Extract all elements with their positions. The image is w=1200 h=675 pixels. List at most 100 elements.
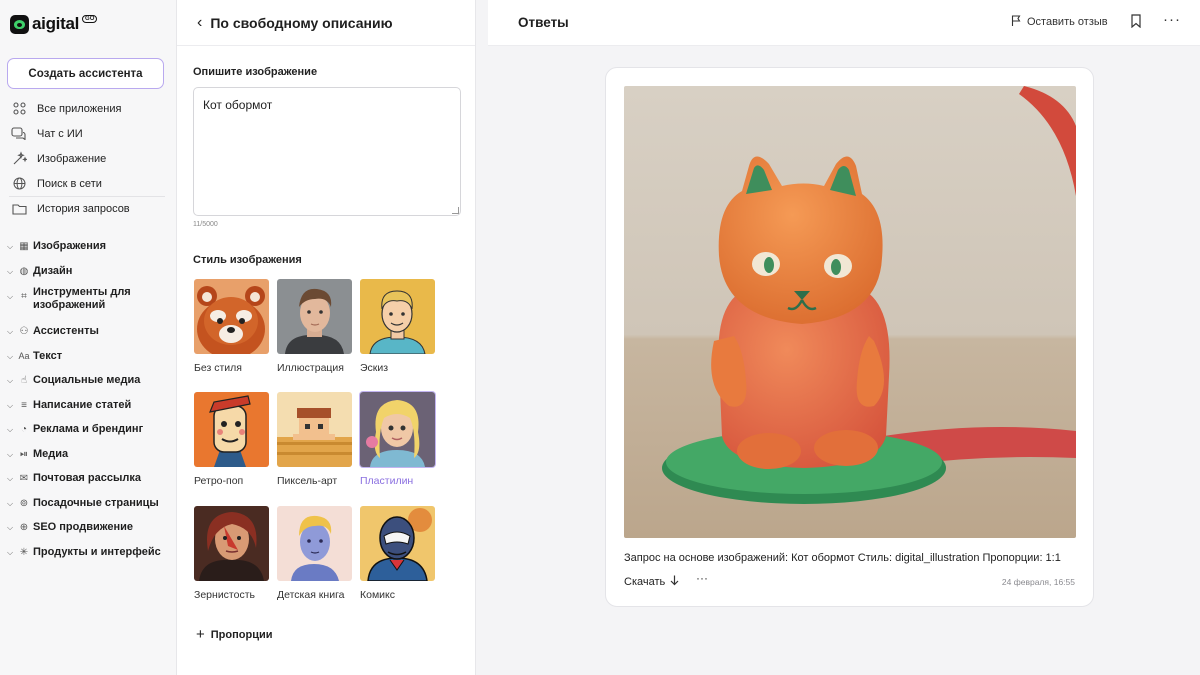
bookmark-icon[interactable] [1131,14,1141,28]
media-icon: ⏯ [20,449,28,460]
download-label: Скачать [624,576,666,588]
globe-icon [11,177,27,191]
grid-icon [11,102,27,116]
group-landing-pages[interactable]: ⌵ ⊚ Посадочные страницы [0,491,175,515]
logo-icon [10,14,29,34]
chevron-down-icon: ⌵ [7,292,14,301]
group-design[interactable]: ⌵ ◍ Дизайн [0,259,175,283]
group-mailing[interactable]: ⌵ ✉ Почтовая рассылка [0,466,175,491]
group-products[interactable]: ⌵ ✳ Продукты и интерфейс [0,540,175,564]
generated-image[interactable] [624,86,1076,538]
style-option-grain[interactable]: Зернистость [194,506,272,601]
chevron-down-icon: ⌵ [7,499,14,508]
comic-thumbnail [360,506,435,581]
brand-name: aigital [32,14,80,33]
proportions-label: Пропорции [210,628,273,641]
landing-icon: ⊚ [19,498,29,509]
description-input[interactable]: Кот обормот [193,87,461,216]
style-option-sketch[interactable]: Эскиз [360,279,438,374]
answers-header: Ответы Оставить отзыв ··· [488,0,1200,46]
sparkle-icon: ✳ [19,547,29,558]
result-caption: Запрос на основе изображений: Кот обормо… [624,552,1061,564]
style-option-retro-pop[interactable]: Ретро-поп [194,392,272,487]
group-seo[interactable]: ⌵ ⊕ SEO продвижение [0,515,175,540]
style-name: Пластилин [360,475,414,487]
nav-item-label: Все приложения [37,102,122,115]
group-social-media[interactable]: ⌵ ☝ Социальные медиа [0,368,175,393]
answers-title: Ответы [518,15,569,30]
nav-item-history[interactable]: История запросов [0,196,170,221]
style-option-plasticine[interactable]: Пластилин [360,392,438,487]
chevron-down-icon: ⌵ [7,267,14,276]
result-card: Запрос на основе изображений: Кот обормо… [605,67,1094,607]
nav-divider [9,196,165,197]
style-name: Ретро-поп [194,475,244,487]
nav-item-image[interactable]: Изображение [0,146,170,171]
feedback-label: Оставить отзыв [1027,16,1108,28]
resize-handle-icon[interactable] [452,207,459,214]
megaphone-icon: ◔ [20,424,28,435]
text-icon: Aa [18,351,30,361]
feedback-button[interactable]: Оставить отзыв [1011,15,1108,29]
chat-icon [11,127,27,141]
chevron-down-icon: ⌵ [7,376,14,385]
more-options-icon[interactable]: ··· [1163,11,1181,28]
chevron-down-icon: ⌵ [7,242,14,251]
image-magic-icon [11,151,27,166]
lines-icon: ≡ [21,400,27,411]
thumbs-up-icon: ☝ [20,375,28,386]
childrens-book-thumbnail [277,506,352,581]
chevron-down-icon: ⌵ [7,352,14,361]
nav-item-web-search[interactable]: Поиск в сети [0,171,170,196]
editor-header: ‹ По свободному описанию [177,0,475,46]
group-images[interactable]: ⌵ ▦ Изображения [0,234,175,259]
folder-icon [11,202,27,216]
download-button[interactable]: Скачать [624,575,679,589]
seo-icon: ⊕ [19,522,29,533]
pixel-art-thumbnail [277,392,352,467]
grain-thumbnail [194,506,269,581]
palette-icon: ◍ [19,266,29,277]
group-media[interactable]: ⌵ ⏯ Медиа [0,442,175,466]
style-name: Иллюстрация [277,362,344,374]
group-text[interactable]: ⌵ Aa Текст [0,344,175,368]
style-name: Комикс [360,589,396,601]
mail-icon: ✉ [19,473,29,484]
proportions-toggle[interactable]: + Пропорции [196,626,272,643]
category-nav: ⌵ ▦ Изображения ⌵ ◍ Дизайн ⌵ ⌗ Инструмен… [0,234,175,564]
group-articles[interactable]: ⌵ ≡ Написание статей [0,393,175,417]
crop-icon: ⌗ [21,291,27,302]
style-option-no-style[interactable]: Без стиля [194,279,272,374]
chevron-down-icon: ⌵ [7,401,14,410]
result-more-icon[interactable]: ··· [696,571,708,585]
retro-pop-thumbnail [194,392,269,467]
red-panda-thumbnail [194,279,269,354]
nav-item-ai-chat[interactable]: Чат с ИИ [0,121,170,146]
answers-panel: Ответы Оставить отзыв ··· Запрос на осно… [488,0,1200,675]
style-option-comic[interactable]: Комикс [360,506,438,601]
page-title: По свободному описанию [210,14,393,31]
style-option-illustration[interactable]: Иллюстрация [277,279,355,374]
create-assistant-button[interactable]: Создать ассистента [7,58,164,89]
download-arrow-icon [670,575,679,589]
style-option-childrens-book[interactable]: Детская книга [277,506,355,601]
chevron-down-icon: ⌵ [7,523,14,532]
nav-item-label: История запросов [37,202,130,215]
style-option-pixel-art[interactable]: Пиксель-арт [277,392,355,487]
group-advertising[interactable]: ⌵ ◔ Реклама и брендинг [0,417,175,442]
chevron-down-icon: ⌵ [7,450,14,459]
style-name: Без стиля [194,362,242,374]
portrait-thumbnail [277,279,352,354]
nav-item-all-apps[interactable]: Все приложения [0,96,170,121]
group-image-tools[interactable]: ⌵ ⌗ Инструменты для изображений [0,283,175,319]
style-name: Эскиз [360,362,389,374]
describe-label: Опишите изображение [193,66,318,78]
back-arrow-icon[interactable]: ‹ [197,14,202,32]
brand-badge: GO [82,15,98,23]
people-icon: ⚇ [19,326,29,337]
editor-panel: ‹ По свободному описанию Опишите изображ… [177,0,476,675]
logo[interactable]: aigital GO [10,14,98,34]
group-assistants[interactable]: ⌵ ⚇ Ассистенты [0,319,175,344]
plus-icon: + [196,626,205,643]
chevron-down-icon: ⌵ [7,474,14,483]
